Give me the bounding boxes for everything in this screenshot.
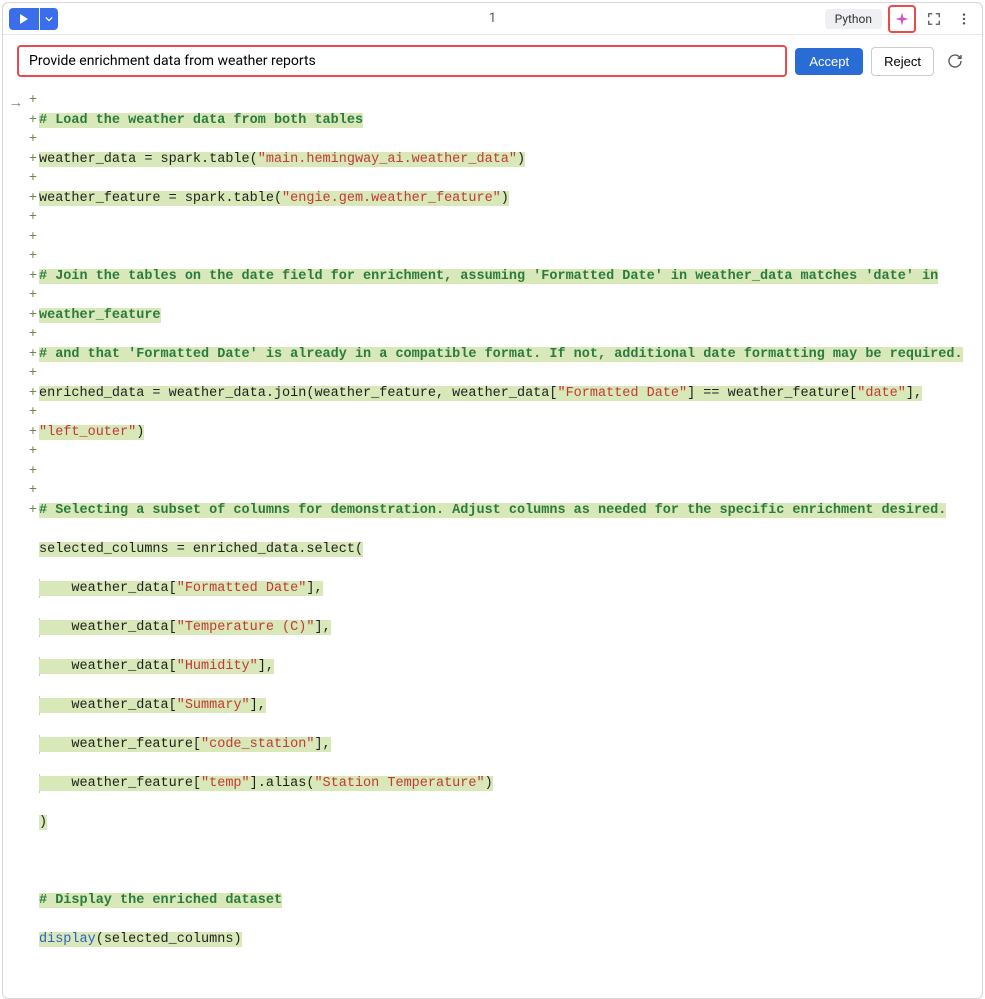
code-body[interactable]: # Load the weather data from both tables… — [37, 91, 976, 988]
diff-gutter: ++++++++++++++++++++++ — [25, 91, 37, 988]
code-line: weather_feature — [39, 306, 976, 326]
play-icon — [19, 14, 29, 24]
vertical-dots-icon — [957, 12, 971, 26]
code-line: weather_feature = spark.table("engie.gem… — [39, 189, 976, 209]
code-line: weather_feature["code_station"], — [39, 735, 976, 755]
run-dropdown-button[interactable] — [40, 8, 58, 30]
code-line: weather_data["Summary"], — [39, 696, 976, 716]
expand-icon — [927, 12, 941, 26]
reject-button[interactable]: Reject — [871, 47, 934, 76]
expand-button[interactable] — [922, 7, 946, 31]
notebook-cell: 1 Python Accept Reject — [2, 2, 983, 999]
cell-toolbar: 1 Python — [3, 3, 982, 35]
code-line — [39, 462, 976, 482]
code-line: # Selecting a subset of columns for demo… — [39, 501, 976, 521]
code-line — [39, 852, 976, 872]
code-line: weather_data = spark.table("main.hemingw… — [39, 150, 976, 170]
language-badge[interactable]: Python — [825, 9, 882, 29]
code-line: enriched_data = weather_data.join(weathe… — [39, 384, 976, 404]
execution-arrow: → — [7, 91, 25, 988]
ai-prompt-row: Accept Reject — [3, 35, 982, 87]
run-button[interactable] — [9, 8, 39, 30]
code-line: "left_outer") — [39, 423, 976, 443]
ai-assistant-button[interactable] — [888, 5, 916, 33]
cell-number: 1 — [489, 11, 496, 26]
accept-button[interactable]: Accept — [795, 48, 863, 75]
sparkle-icon — [894, 11, 910, 27]
code-line: # and that 'Formatted Date' is already i… — [39, 345, 976, 365]
code-line: # Join the tables on the date field for … — [39, 267, 976, 287]
code-line: weather_data["Formatted Date"], — [39, 579, 976, 599]
regenerate-button[interactable] — [942, 48, 968, 74]
code-line — [39, 228, 976, 248]
code-line: weather_data["Temperature (C)"], — [39, 618, 976, 638]
more-menu-button[interactable] — [952, 7, 976, 31]
chevron-down-icon — [45, 15, 53, 23]
code-line: weather_data["Humidity"], — [39, 657, 976, 677]
code-line: # Load the weather data from both tables — [39, 111, 976, 131]
code-line: # Display the enriched dataset — [39, 891, 976, 911]
code-line: display(selected_columns) — [39, 930, 976, 950]
refresh-icon — [947, 53, 963, 69]
ai-prompt-input[interactable] — [17, 45, 787, 77]
code-editor[interactable]: → ++++++++++++++++++++++ # Load the weat… — [3, 87, 982, 998]
code-line: selected_columns = enriched_data.select( — [39, 540, 976, 560]
code-line: weather_feature["temp"].alias("Station T… — [39, 774, 976, 794]
code-line: ) — [39, 813, 976, 833]
right-tools: Python — [825, 5, 976, 33]
run-button-group — [9, 8, 58, 30]
